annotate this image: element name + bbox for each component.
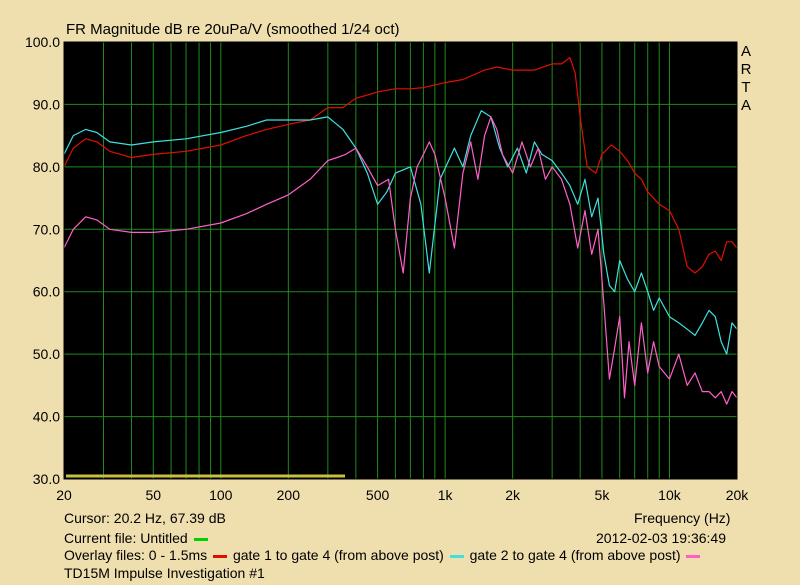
legend-swatch-pink	[686, 554, 701, 558]
overlay-item-2: gate 2 to gate 4 (from above post)	[469, 547, 681, 563]
x-tick-label: 100	[209, 487, 233, 503]
y-tick-label: 70.0	[33, 221, 60, 237]
current-file-swatch	[193, 537, 208, 541]
x-tick-label: 20k	[726, 487, 750, 503]
x-tick-label: 2k	[505, 487, 521, 503]
legend-swatch-red	[213, 554, 228, 558]
y-tick-label: 80.0	[33, 159, 60, 175]
overlay-item-1: gate 1 to gate 4 (from above post)	[232, 547, 444, 563]
legend-swatch-cyan	[449, 554, 464, 558]
y-tick-label: 100.0	[25, 34, 60, 50]
current-file: Current file: Untitled	[64, 530, 210, 546]
cursor-readout: Cursor: 20.2 Hz, 67.39 dB	[64, 510, 226, 526]
x-tick-label: 50	[145, 487, 161, 503]
y-tick-label: 90.0	[33, 96, 60, 112]
overlay-legend: Overlay files: 0 - 1.5ms gate 1 to gate …	[64, 547, 702, 563]
x-tick-label: 200	[277, 487, 301, 503]
frequency-response-chart[interactable]: 30.0 40.0 50.0 60.0 70.0 80.0 90.0 100.0 20 50 100…	[0, 0, 800, 505]
y-tick-label: 50.0	[33, 346, 60, 362]
x-tick-label: 10k	[658, 487, 682, 503]
y-tick-label: 40.0	[33, 409, 60, 425]
x-tick-label: 5k	[595, 487, 611, 503]
y-tick-label: 30.0	[33, 471, 60, 487]
x-tick-label: 20	[56, 487, 72, 503]
x-tick-label: 500	[366, 487, 390, 503]
footer-title: TD15M Impulse Investigation #1	[64, 565, 265, 581]
timestamp: 2012-02-03 19:36:49	[596, 530, 726, 546]
current-file-label: Current file: Untitled	[64, 530, 188, 546]
x-tick-label: 1k	[438, 487, 454, 503]
x-axis-label: Frequency (Hz)	[634, 510, 731, 526]
overlay-prefix: Overlay files: 0 - 1.5ms	[64, 547, 208, 563]
y-tick-label: 60.0	[33, 284, 60, 300]
